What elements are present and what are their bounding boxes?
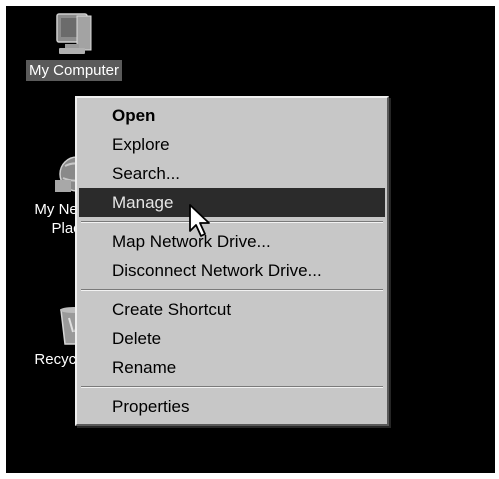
menu-item-properties[interactable]: Properties — [79, 392, 385, 421]
mouse-pointer-icon — [189, 204, 210, 237]
menu-item-explore[interactable]: Explore — [79, 130, 385, 159]
desktop-icon-my-computer[interactable]: My Computer — [14, 12, 134, 81]
menu-separator — [81, 386, 383, 388]
menu-item-search[interactable]: Search... — [79, 159, 385, 188]
menu-item-map-network-drive[interactable]: Map Network Drive... — [79, 227, 385, 256]
menu-item-disconnect-network-drive[interactable]: Disconnect Network Drive... — [79, 256, 385, 285]
desktop: My Computer My Network Places Recycle Bi… — [6, 6, 495, 473]
menu-item-manage[interactable]: Manage — [79, 188, 385, 217]
menu-separator — [81, 221, 383, 223]
menu-separator — [81, 289, 383, 291]
menu-item-delete[interactable]: Delete — [79, 324, 385, 353]
menu-item-create-shortcut[interactable]: Create Shortcut — [79, 295, 385, 324]
context-menu: Open Explore Search... Manage Map Networ… — [75, 96, 389, 426]
desktop-icon-label: My Computer — [25, 60, 123, 81]
menu-item-open[interactable]: Open — [79, 101, 385, 130]
menu-item-rename[interactable]: Rename — [79, 353, 385, 382]
my-computer-icon — [56, 13, 92, 54]
